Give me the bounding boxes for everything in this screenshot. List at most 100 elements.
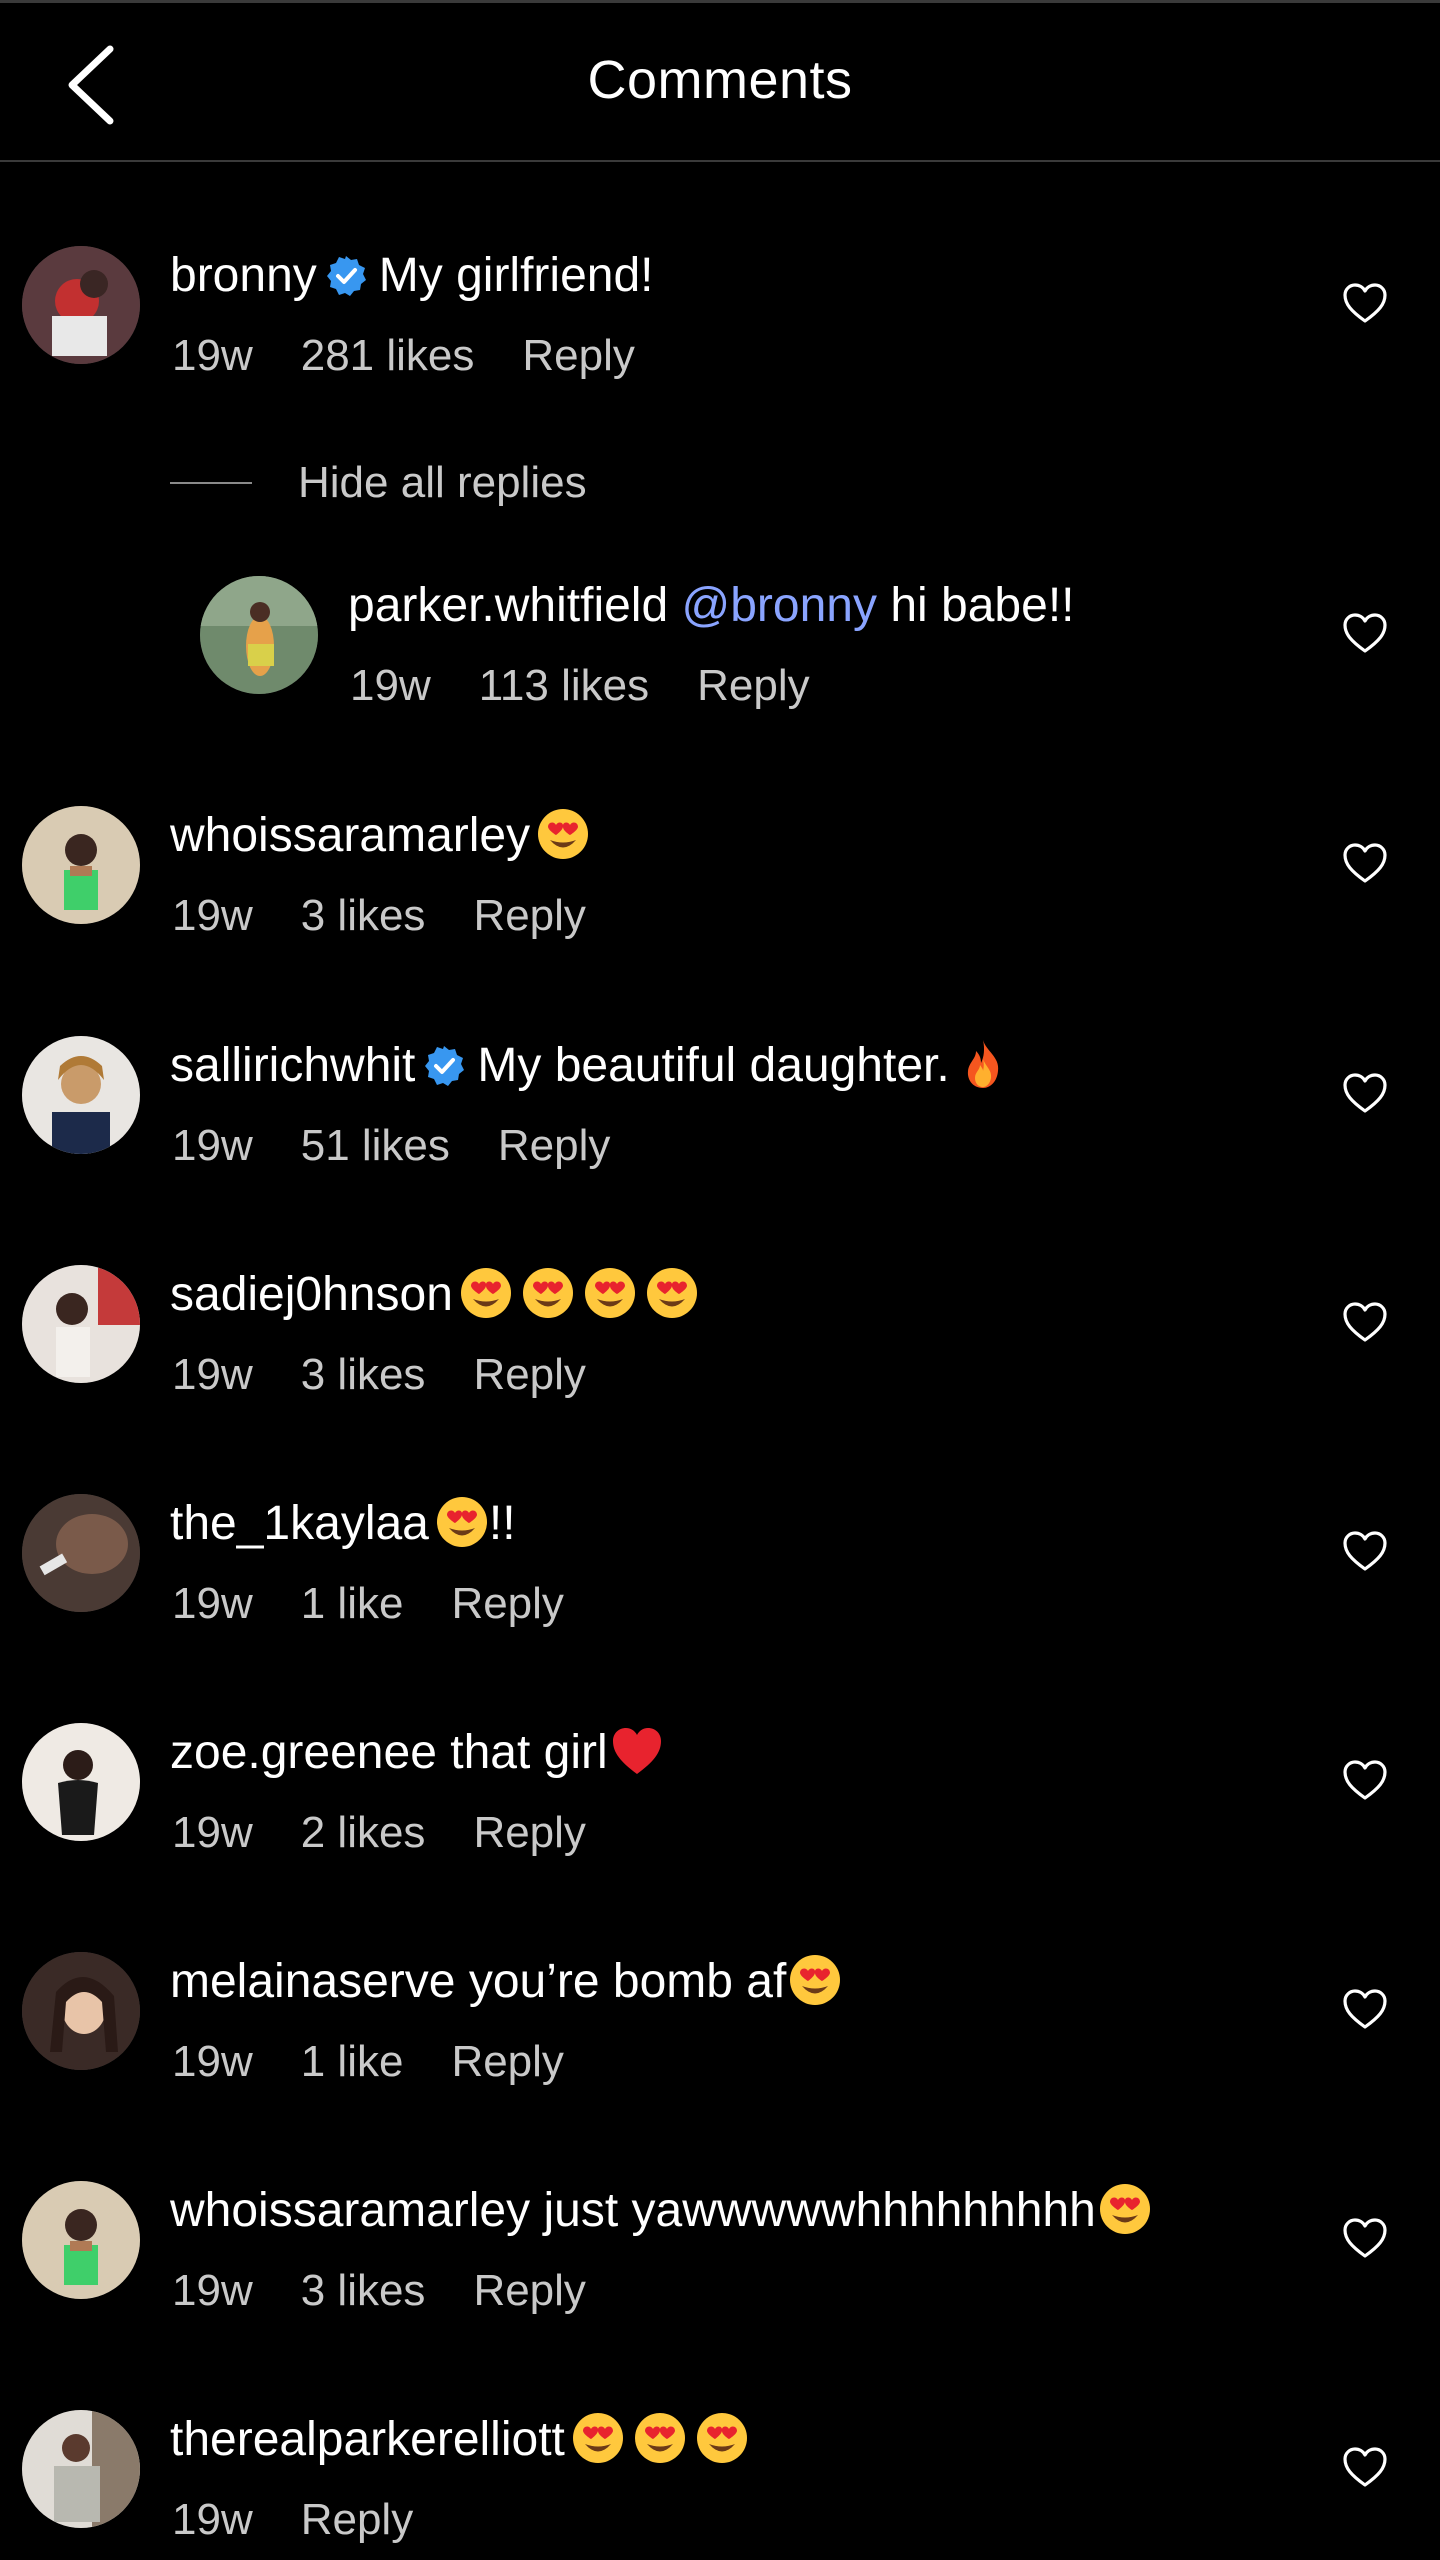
- avatar-photo-icon: [22, 2181, 140, 2299]
- like-heart-icon[interactable]: [1342, 1759, 1388, 1801]
- comment-username[interactable]: parker.whitfield: [348, 579, 668, 632]
- reply-button[interactable]: Reply: [473, 1350, 586, 1399]
- reply-button[interactable]: Reply: [498, 1121, 611, 1170]
- comment-likes[interactable]: 3 likes: [301, 1350, 426, 1399]
- avatar[interactable]: [22, 1265, 140, 1383]
- comment-meta: 19w Reply: [172, 2492, 461, 2548]
- comment-meta: 19w 1 like Reply: [172, 2034, 612, 2090]
- comment-meta: 19w 3 likes Reply: [172, 888, 634, 944]
- comment-text: My girlfriend!: [378, 249, 654, 302]
- comment-text: you’re bomb af: [468, 1955, 787, 2008]
- heart-eyes-emoji-icon: [633, 2411, 687, 2465]
- avatar[interactable]: [22, 806, 140, 924]
- avatar[interactable]: [22, 1723, 140, 1841]
- heart-eyes-emoji-icon: [571, 2411, 625, 2465]
- hide-replies-label: Hide all replies: [298, 458, 587, 507]
- like-heart-icon[interactable]: [1342, 1988, 1388, 2030]
- avatar[interactable]: [22, 1036, 140, 1154]
- comment-time: 19w: [172, 891, 253, 940]
- comment-meta: 19w 51 likes Reply: [172, 1118, 658, 1174]
- like-heart-icon[interactable]: [1342, 2217, 1388, 2259]
- like-heart-icon[interactable]: [1342, 282, 1388, 324]
- comment-time: 19w: [172, 1121, 253, 1170]
- verified-badge-icon: [423, 1045, 465, 1087]
- comment-time: 19w: [172, 2495, 253, 2544]
- comment-meta: 19w 113 likes Reply: [350, 658, 858, 714]
- comment-text: My beautiful daughter.: [477, 1039, 950, 1092]
- reply-button[interactable]: Reply: [473, 891, 586, 940]
- comment-text: just yawwwwwhhhhhhhhh: [543, 2184, 1096, 2237]
- like-heart-icon[interactable]: [1342, 1530, 1388, 1572]
- avatar-photo-icon: [22, 1952, 140, 2070]
- heart-eyes-emoji-icon: [1098, 2182, 1152, 2236]
- like-heart-icon[interactable]: [1342, 2446, 1388, 2488]
- heart-eyes-emoji-icon: [645, 1266, 699, 1320]
- comment-username[interactable]: whoissaramarley: [170, 2184, 530, 2237]
- reply-button[interactable]: Reply: [473, 1808, 586, 1857]
- comment-time: 19w: [172, 1350, 253, 1399]
- comment-username[interactable]: melainaserve: [170, 1955, 455, 2008]
- comment-likes[interactable]: 51 likes: [301, 1121, 450, 1170]
- comment-text: hi babe!!: [890, 579, 1075, 632]
- heart-eyes-emoji-icon: [695, 2411, 749, 2465]
- like-heart-icon[interactable]: [1342, 612, 1388, 654]
- comment-username[interactable]: whoissaramarley: [170, 809, 530, 862]
- comment-text: that girl: [450, 1726, 608, 1779]
- avatar-photo-icon: [22, 1036, 140, 1154]
- avatar-photo-icon: [22, 1494, 140, 1612]
- like-heart-icon[interactable]: [1342, 1301, 1388, 1343]
- comment-likes[interactable]: 2 likes: [301, 1808, 426, 1857]
- comment-time: 19w: [172, 2266, 253, 2315]
- comment-time: 19w: [172, 2037, 253, 2086]
- comment-likes[interactable]: 113 likes: [479, 661, 649, 710]
- avatar-photo-icon: [22, 246, 140, 364]
- verified-badge-icon: [325, 255, 367, 297]
- comment-time: 19w: [350, 661, 431, 710]
- comment-time: 19w: [172, 331, 253, 380]
- heart-eyes-emoji-icon: [459, 1266, 513, 1320]
- avatar-photo-icon: [22, 1265, 140, 1383]
- avatar-photo-icon: [200, 576, 318, 694]
- comment-username[interactable]: therealparkerelliott: [170, 2413, 565, 2466]
- reply-button[interactable]: Reply: [451, 2037, 564, 2086]
- reply-button[interactable]: Reply: [522, 331, 635, 380]
- comment-meta: 19w 3 likes Reply: [172, 2263, 634, 2319]
- avatar[interactable]: [200, 576, 318, 694]
- red-heart-emoji-icon: [610, 1724, 664, 1778]
- heart-eyes-emoji-icon: [521, 1266, 575, 1320]
- avatar[interactable]: [22, 2181, 140, 2299]
- avatar[interactable]: [22, 2410, 140, 2528]
- header-bar: Comments: [0, 0, 1440, 162]
- like-heart-icon[interactable]: [1342, 842, 1388, 884]
- comment-likes[interactable]: 281 likes: [301, 331, 475, 380]
- avatar-photo-icon: [22, 806, 140, 924]
- avatar-photo-icon: [22, 2410, 140, 2528]
- reply-button[interactable]: Reply: [301, 2495, 414, 2544]
- comment-likes[interactable]: 3 likes: [301, 891, 426, 940]
- like-heart-icon[interactable]: [1342, 1072, 1388, 1114]
- comment-meta: 19w 2 likes Reply: [172, 1805, 634, 1861]
- comment-username[interactable]: sadiej0hnson: [170, 1268, 453, 1321]
- reply-button[interactable]: Reply: [697, 661, 810, 710]
- comment-username[interactable]: zoe.greenee: [170, 1726, 437, 1779]
- comment-likes[interactable]: 1 like: [301, 2037, 404, 2086]
- avatar[interactable]: [22, 1494, 140, 1612]
- comment-time: 19w: [172, 1808, 253, 1857]
- heart-eyes-emoji-icon: [435, 1495, 489, 1549]
- mention-link[interactable]: @bronny: [682, 579, 878, 632]
- page-title: Comments: [587, 50, 853, 110]
- avatar-photo-icon: [22, 1723, 140, 1841]
- heart-eyes-emoji-icon: [536, 807, 590, 861]
- comment-username[interactable]: the_1kaylaa: [170, 1497, 429, 1550]
- reply-button[interactable]: Reply: [473, 2266, 586, 2315]
- avatar[interactable]: [22, 1952, 140, 2070]
- fire-emoji-icon: [956, 1037, 1010, 1091]
- comment-meta: 19w 3 likes Reply: [172, 1347, 634, 1403]
- avatar[interactable]: [22, 246, 140, 364]
- comment-text: !!: [488, 1497, 516, 1550]
- reply-button[interactable]: Reply: [451, 1579, 564, 1628]
- comment-likes[interactable]: 3 likes: [301, 2266, 426, 2315]
- comment-username[interactable]: sallirichwhit: [170, 1039, 415, 1092]
- comment-likes[interactable]: 1 like: [301, 1579, 404, 1628]
- comment-username[interactable]: bronny: [170, 249, 317, 302]
